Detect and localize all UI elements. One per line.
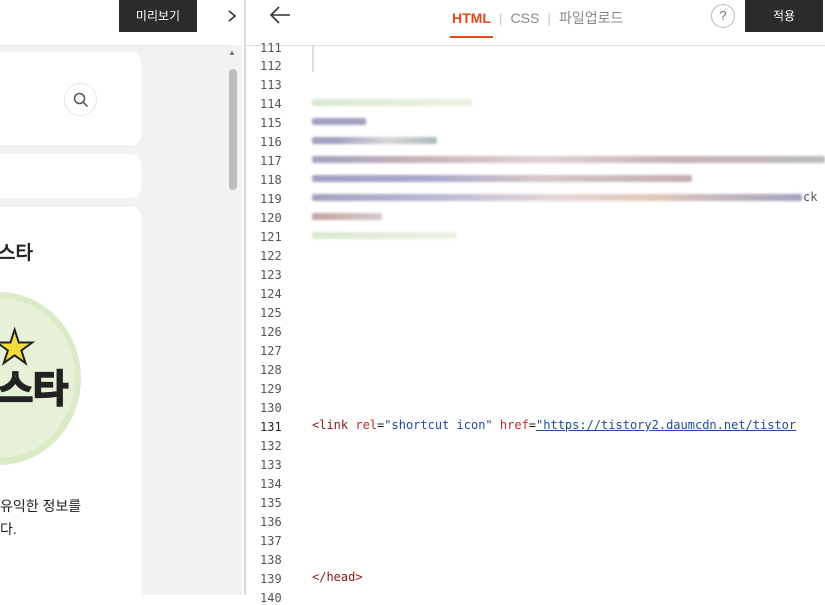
line-number: 136 — [260, 515, 282, 529]
arrow-left-icon[interactable] — [269, 4, 291, 32]
editor-tabs: HTML | CSS | 파일업로드 — [450, 8, 623, 38]
line-number: 135 — [260, 496, 282, 510]
logo-text: 스타 — [0, 368, 69, 412]
line-number: 112 — [260, 59, 282, 73]
blurred-code — [312, 99, 472, 106]
blurred-code — [312, 137, 437, 144]
line-number: 134 — [260, 477, 282, 491]
line-number: 139 — [260, 572, 282, 586]
tab-file-upload[interactable]: 파일업로드 — [559, 8, 623, 28]
line-number: 138 — [260, 553, 282, 567]
line-number: 128 — [260, 363, 282, 377]
nav-card — [0, 154, 141, 198]
line-number: 123 — [260, 268, 282, 282]
scroll-up-icon[interactable]: ▲ — [228, 48, 236, 57]
code-fragment: ck — [803, 190, 818, 204]
line-number: 130 — [260, 401, 282, 415]
preview-scroll-thumb[interactable] — [229, 69, 237, 190]
blurred-code — [312, 175, 692, 182]
line-number: 113 — [260, 78, 282, 92]
blurred-code — [312, 118, 366, 125]
line-number: 118 — [260, 173, 282, 187]
line-number: 111 — [260, 41, 282, 55]
line-number-gutter: 111 112 113 114 115 116 117 118 119 120 … — [246, 41, 308, 605]
tab-separator: | — [498, 10, 503, 26]
line-number: 132 — [260, 439, 282, 453]
line-number: 115 — [260, 116, 282, 130]
blurred-code — [312, 232, 457, 239]
blurred-code — [312, 213, 382, 220]
tab-html[interactable]: HTML — [450, 10, 493, 38]
line-number: 120 — [260, 211, 282, 225]
line-number-active: 131 — [260, 420, 282, 434]
editor-toolbar: HTML | CSS | 파일업로드 ? 적용 — [246, 0, 825, 46]
code-line-139[interactable]: </head> — [312, 570, 363, 584]
line-number: 127 — [260, 344, 282, 358]
line-number: 122 — [260, 249, 282, 263]
line-number: 114 — [260, 97, 282, 111]
tab-css[interactable]: CSS — [511, 10, 540, 26]
apply-button[interactable]: 적용 — [745, 0, 823, 32]
line-number: 117 — [260, 154, 282, 168]
line-number: 140 — [260, 591, 282, 605]
editor-pane: HTML | CSS | 파일업로드 ? 적용 111 112 113 114 … — [246, 0, 825, 605]
profile-description: 유익한 정보를 다. — [0, 498, 82, 537]
preview-button[interactable]: 미리보기 — [119, 0, 197, 32]
profile-title: 스타 — [0, 243, 33, 264]
line-number: 119 — [260, 192, 282, 206]
line-number: 137 — [260, 534, 282, 548]
indent-guide — [312, 46, 314, 72]
chevron-right-icon[interactable] — [222, 0, 242, 32]
blurred-code — [312, 156, 825, 163]
line-number: 133 — [260, 458, 282, 472]
line-number: 129 — [260, 382, 282, 396]
blurred-code — [312, 194, 802, 201]
line-number: 121 — [260, 230, 282, 244]
preview-pane: 미리보기 스타 ★ 스타 유익한 정보를 다. — [0, 0, 229, 595]
help-icon[interactable]: ? — [711, 4, 735, 28]
tab-separator: | — [547, 10, 551, 26]
line-number: 125 — [260, 306, 282, 320]
line-number: 126 — [260, 325, 282, 339]
search-icon[interactable] — [64, 83, 97, 116]
line-number: 124 — [260, 287, 282, 301]
line-number: 116 — [260, 135, 282, 149]
code-line-131[interactable]: <link rel="shortcut icon" href="https://… — [312, 418, 796, 432]
